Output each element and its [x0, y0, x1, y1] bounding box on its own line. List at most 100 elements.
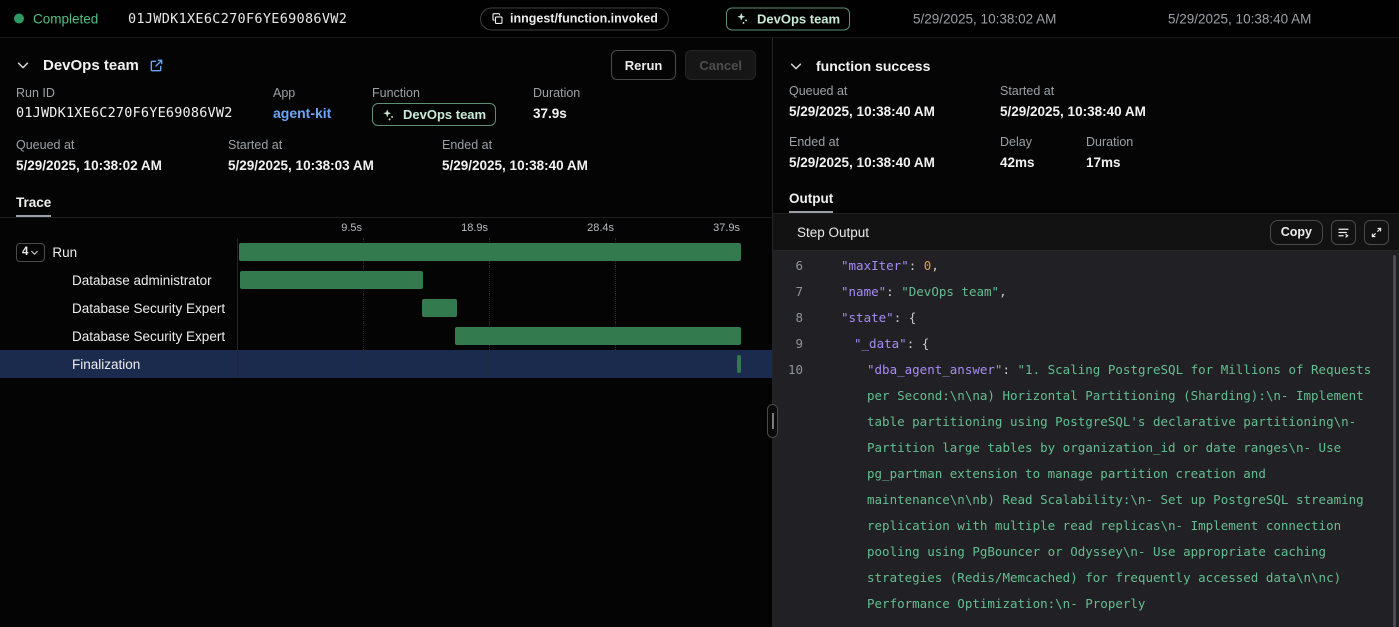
code-line: 8 "state": {: [773, 305, 1399, 331]
rerun-button[interactable]: Rerun: [611, 50, 677, 80]
app-link[interactable]: agent-kit: [273, 105, 331, 121]
trace-tick-label: 18.9s: [461, 222, 489, 234]
run-title: DevOps team: [43, 57, 139, 74]
code-content: "name": "DevOps team",: [841, 279, 1385, 305]
span-bar[interactable]: [239, 243, 741, 261]
span-bar[interactable]: [737, 355, 741, 373]
code-scrollbar[interactable]: [1393, 255, 1396, 627]
gridline: [363, 350, 364, 378]
copy-button[interactable]: Copy: [1270, 220, 1323, 245]
trace-row-label: Database administrator: [72, 273, 212, 288]
step-meta-row-1: Queued at 5/29/2025, 10:38:40 AM Started…: [773, 82, 1399, 133]
duration-value: 37.9s: [533, 104, 580, 123]
code-line: 9 "_data": {: [773, 331, 1399, 357]
trace-axis: 9.5s18.9s28.4s37.9s: [0, 221, 772, 238]
line-number: 9: [773, 331, 803, 357]
collapse-chevron-icon[interactable]: [789, 59, 803, 73]
trace-row[interactable]: Database administrator: [0, 266, 772, 294]
span-bar[interactable]: [422, 299, 456, 317]
gridline: [363, 294, 364, 322]
external-link-icon[interactable]: [149, 58, 164, 73]
trace-tick-label: 28.4s: [587, 222, 615, 234]
panel-resize-handle[interactable]: [767, 404, 778, 438]
trace-row[interactable]: Database Security Expert: [0, 294, 772, 322]
code-content: "maxIter": 0,: [841, 253, 1385, 279]
line-number: 8: [773, 305, 803, 331]
left-tabs: Trace: [0, 188, 772, 218]
function-field: Function DevOps team: [372, 86, 496, 127]
tab-trace[interactable]: Trace: [16, 195, 51, 217]
expand-icon[interactable]: [1364, 220, 1389, 245]
gridline: [363, 322, 364, 350]
run-header-bar: Completed 01JWDK1XE6C270F6YE69086VW2 inn…: [0, 0, 1399, 38]
ended-timestamp: 5/29/2025, 10:38:40 AM: [1168, 11, 1311, 26]
gridline: [615, 294, 616, 322]
ended-at-field: Ended at 5/29/2025, 10:38:40 AM: [789, 135, 935, 172]
status-dot-icon: [14, 14, 24, 24]
line-number: 10: [773, 357, 803, 617]
run-details-panel: DevOps team Rerun Cancel Run ID 01JWDK1X…: [0, 38, 772, 627]
trace-row-label: Database Security Expert: [72, 301, 225, 316]
line-number: 7: [773, 279, 803, 305]
tab-output[interactable]: Output: [789, 191, 833, 213]
started-at-field: Started at 5/29/2025, 10:38:03 AM: [228, 138, 374, 175]
gridline: [489, 350, 490, 378]
function-badge-label: DevOps team: [403, 107, 486, 122]
code-line: 7 "name": "DevOps team",: [773, 279, 1399, 305]
trace-row[interactable]: Database Security Expert: [0, 322, 772, 350]
app-field: App agent-kit: [273, 86, 331, 123]
expand-steps-button[interactable]: 4: [16, 243, 45, 262]
trace-row[interactable]: 4Run: [0, 238, 772, 266]
chevron-down-icon: [30, 248, 39, 257]
word-wrap-icon[interactable]: [1331, 220, 1356, 245]
trace-chart: 9.5s18.9s28.4s37.9s 4RunDatabase adminis…: [0, 221, 772, 378]
run-id-field: Run ID 01JWDK1XE6C270F6YE69086VW2: [16, 86, 233, 123]
trace-row-label-cell: 4Run: [0, 238, 237, 266]
trace-row-label: Database Security Expert: [72, 329, 225, 344]
trace-row-timeline: [237, 350, 741, 378]
step-output-title: Step Output: [797, 225, 1262, 240]
run-meta-row-2: Queued at 5/29/2025, 10:38:02 AM Started…: [0, 136, 772, 188]
function-badge-label: DevOps team: [757, 11, 840, 26]
code-content: "dba_agent_answer": "1. Scaling PostgreS…: [841, 357, 1385, 617]
event-badge[interactable]: inngest/function.invoked: [480, 7, 669, 30]
run-meta-row-1: Run ID 01JWDK1XE6C270F6YE69086VW2 App ag…: [0, 84, 772, 136]
copy-event-icon: [491, 12, 504, 25]
code-line: 6 "maxIter": 0,: [773, 253, 1399, 279]
step-output-code[interactable]: 6 "maxIter": 0, 7 "name": "DevOps team", 8 "s…: [773, 251, 1399, 627]
cancel-button[interactable]: Cancel: [685, 50, 756, 80]
span-bar[interactable]: [240, 271, 424, 289]
trace-row-timeline: [237, 266, 741, 294]
step-details-panel: function success Queued at 5/29/2025, 10…: [773, 38, 1399, 627]
right-tabs: Output: [773, 184, 1399, 214]
collapse-chevron-icon[interactable]: [16, 58, 30, 72]
queued-at-field: Queued at 5/29/2025, 10:38:02 AM: [16, 138, 162, 175]
run-status: Completed: [14, 11, 98, 26]
trace-row-label-cell: Database Security Expert: [0, 294, 237, 322]
trace-row-label-cell: Database Security Expert: [0, 322, 237, 350]
step-output-toolbar: Step Output Copy: [773, 214, 1399, 251]
code-content: "_data": {: [841, 331, 1385, 357]
queued-timestamp: 5/29/2025, 10:38:02 AM: [913, 11, 1056, 26]
run-id-value: 01JWDK1XE6C270F6YE69086VW2: [16, 104, 233, 123]
expand-count: 4: [22, 246, 28, 258]
gridline: [489, 266, 490, 294]
span-bar[interactable]: [455, 327, 741, 345]
trace-tick-label: 9.5s: [341, 222, 363, 234]
run-id-text: 01JWDK1XE6C270F6YE69086VW2: [128, 11, 347, 27]
function-badge[interactable]: DevOps team: [726, 7, 850, 30]
sparkle-icon: [382, 108, 396, 122]
trace-row-label-cell: Database administrator: [0, 266, 237, 294]
trace-row[interactable]: Finalization: [0, 350, 772, 378]
step-title: function success: [816, 58, 930, 74]
event-badge-label: inngest/function.invoked: [510, 12, 658, 26]
trace-row-timeline: [237, 238, 741, 266]
delay-field: Delay 42ms: [1000, 135, 1035, 172]
function-badge[interactable]: DevOps team: [372, 103, 496, 126]
started-at-field: Started at 5/29/2025, 10:38:40 AM: [1000, 84, 1146, 121]
line-number: 6: [773, 253, 803, 279]
sparkle-icon: [736, 12, 750, 26]
gridline: [615, 266, 616, 294]
code-content: "state": {: [841, 305, 1385, 331]
trace-row-label: Finalization: [72, 357, 140, 372]
